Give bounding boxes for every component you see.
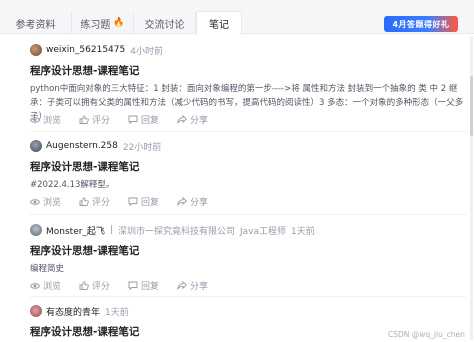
avatar[interactable]: [30, 44, 42, 56]
promo-label: 4月答题得好礼: [392, 19, 450, 29]
share-icon: [177, 197, 188, 206]
rate-action[interactable]: 评分: [79, 195, 110, 208]
tab-notes[interactable]: 笔记: [196, 11, 242, 35]
rate-label: 评分: [92, 198, 111, 208]
avatar[interactable]: [30, 224, 42, 236]
share-label: 分享: [190, 198, 209, 208]
post-author: Augenstern.258 22小时前: [30, 138, 166, 154]
post-author: weixin_56215475 4小时前: [30, 42, 168, 58]
reply-action[interactable]: 回复: [128, 279, 159, 292]
tab-bar: 参考资料 练习题 🔥 交流讨论 笔记 4月答题得好礼: [0, 0, 474, 35]
rate-action[interactable]: 评分: [79, 279, 110, 292]
share-action[interactable]: 分享: [177, 195, 208, 208]
tab-label: 参考资料: [15, 19, 56, 31]
post-time: 1天前: [105, 307, 129, 318]
username[interactable]: Augenstern.258: [46, 141, 118, 151]
post-actions: 浏览 评分 回复 分享: [30, 279, 226, 292]
share-action[interactable]: 分享: [177, 113, 208, 126]
comment-icon: [128, 115, 138, 124]
tab-label: 练习题: [80, 19, 111, 31]
fire-icon: 🔥: [113, 18, 125, 28]
promo-banner[interactable]: 4月答题得好礼: [384, 16, 458, 32]
post-time: 4小时前: [130, 46, 163, 57]
post-actions: 浏览 评分 回复 分享: [30, 113, 226, 126]
rate-icon: [79, 281, 89, 290]
view-label: 浏览: [43, 116, 62, 126]
rate-icon: [79, 115, 89, 124]
comment-icon: [128, 281, 138, 290]
scrollbar[interactable]: [470, 36, 473, 340]
company: 深圳市一探究竟科技有限公司: [117, 226, 235, 237]
post-author: 有态度的青年 1天前: [30, 303, 134, 319]
share-icon: [177, 115, 188, 124]
reply-label: 回复: [141, 198, 160, 208]
divider: [30, 131, 466, 132]
username[interactable]: 有态度的青年: [46, 305, 100, 318]
comment-icon: [128, 197, 138, 206]
eye-icon: [30, 198, 40, 205]
watermark: CSDN @wq_jiu_chen: [388, 330, 465, 339]
reply-action[interactable]: 回复: [128, 113, 159, 126]
post-time: 1天前: [291, 226, 315, 237]
rate-action[interactable]: 评分: [79, 113, 110, 126]
share-label: 分享: [190, 116, 209, 126]
post-title[interactable]: 程序设计思想-课程笔记: [30, 324, 139, 339]
post-title[interactable]: 程序设计思想-课程笔记: [30, 243, 139, 258]
tab-exercises[interactable]: 练习题 🔥: [72, 12, 134, 34]
rate-label: 评分: [92, 282, 111, 292]
view-action[interactable]: 浏览: [30, 195, 61, 208]
username[interactable]: weixin_56215475: [46, 45, 125, 55]
post-actions: 浏览 评分 回复 分享: [30, 195, 226, 208]
rate-icon: [79, 197, 89, 206]
post-title[interactable]: 程序设计思想-课程笔记: [30, 159, 139, 174]
post-title[interactable]: 程序设计思想-课程笔记: [30, 63, 139, 78]
tab-label: 笔记: [209, 20, 229, 31]
scrollbar-thumb[interactable]: [470, 76, 473, 136]
eye-icon: [30, 116, 40, 123]
tab-references[interactable]: 参考资料: [0, 12, 72, 34]
post-author: Monster_起飞 | 深圳市一探究竟科技有限公司 Java工程师 1天前: [30, 222, 320, 238]
post-body: #2022.4.13解释型。: [30, 180, 115, 190]
reply-action[interactable]: 回复: [128, 195, 159, 208]
share-icon: [177, 281, 188, 290]
separator: |: [109, 225, 113, 235]
share-label: 分享: [190, 282, 209, 292]
post-time: 22小时前: [122, 142, 162, 153]
reply-label: 回复: [141, 116, 160, 126]
post-body: 编程简史: [30, 264, 65, 274]
eye-icon: [30, 282, 40, 289]
reply-label: 回复: [141, 282, 160, 292]
divider: [30, 296, 466, 297]
tab-discussion[interactable]: 交流讨论: [134, 12, 196, 34]
share-action[interactable]: 分享: [177, 279, 208, 292]
rate-label: 评分: [92, 116, 111, 126]
avatar[interactable]: [30, 140, 42, 152]
view-action[interactable]: 浏览: [30, 113, 61, 126]
view-action[interactable]: 浏览: [30, 279, 61, 292]
job-title: Java工程师: [240, 226, 287, 237]
view-label: 浏览: [43, 282, 62, 292]
divider: [30, 214, 466, 215]
view-label: 浏览: [43, 198, 62, 208]
tab-label: 交流讨论: [144, 19, 185, 31]
username[interactable]: Monster_起飞: [46, 224, 105, 237]
avatar[interactable]: [30, 305, 42, 317]
